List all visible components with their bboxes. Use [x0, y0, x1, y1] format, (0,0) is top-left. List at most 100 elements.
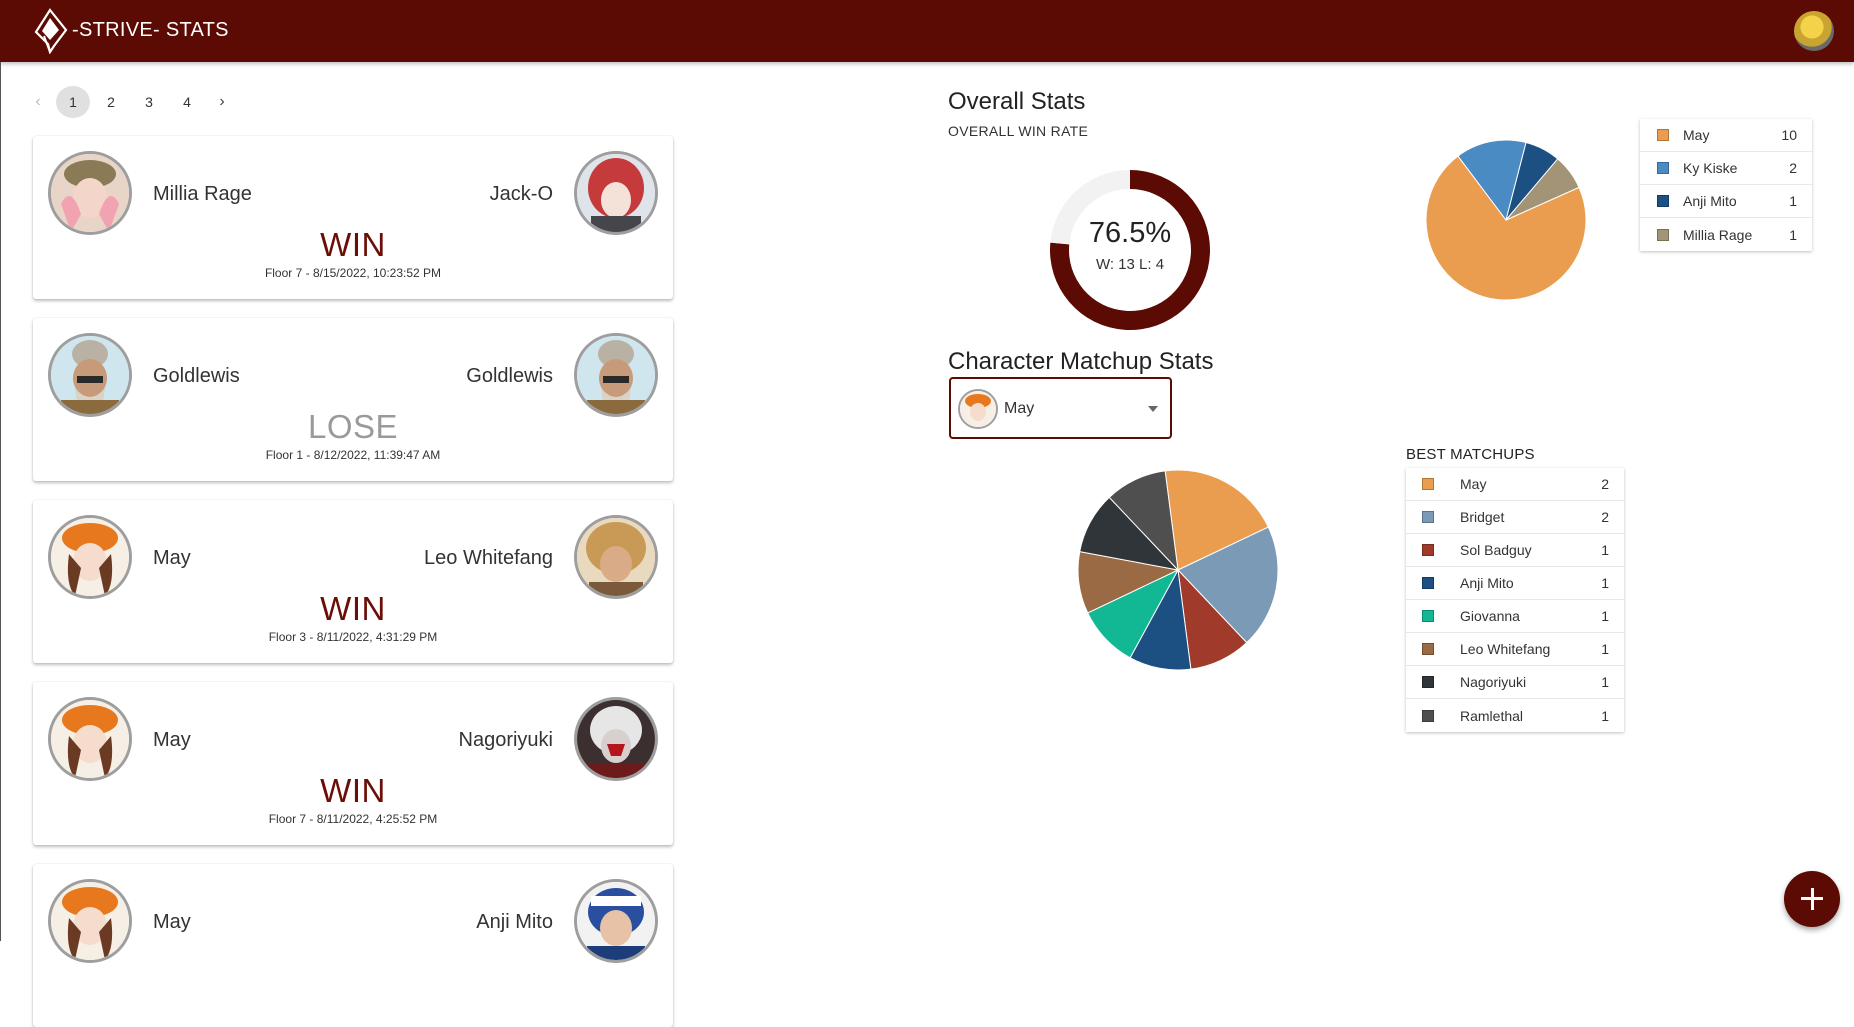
user-avatar-icon[interactable] [1794, 11, 1834, 51]
best-matchups-legend: May 2 Bridget 2 Sol Badguy 1 Anji Mito 1 Giovann… [1406, 468, 1624, 732]
player-avatar-right [574, 333, 658, 417]
player-avatar-left [48, 515, 132, 599]
legend-value: 2 [1601, 476, 1609, 492]
legend-value: 2 [1789, 160, 1797, 176]
chevron-left-icon[interactable]: ‹ [24, 86, 52, 118]
match-card[interactable]: Millia Rage Jack-O WIN Floor 7 - 8/15/20… [33, 136, 673, 299]
legend-label: Anji Mito [1683, 193, 1737, 209]
legend-label: Bridget [1460, 509, 1505, 525]
best-matchups-legend-item[interactable]: Giovanna 1 [1406, 600, 1624, 633]
player-name-right: Anji Mito [476, 911, 553, 933]
plus-icon [1810, 888, 1814, 910]
add-match-button[interactable] [1784, 871, 1840, 927]
strive-logo-icon[interactable] [30, 8, 70, 54]
player-avatar-right [574, 151, 658, 235]
best-matchups-legend-item[interactable]: Nagoriyuki 1 [1406, 666, 1624, 699]
characters-played-legend: May 10 Ky Kiske 2 Anji Mito 1 Millia Rage 1 [1640, 119, 1812, 251]
legend-value: 1 [1601, 641, 1609, 657]
selected-character-avatar [958, 389, 998, 429]
legend-value: 1 [1601, 575, 1609, 591]
legend-swatch [1657, 129, 1669, 141]
legend-swatch [1422, 478, 1434, 490]
legend-value: 1 [1789, 193, 1797, 209]
legend-label: Giovanna [1460, 608, 1520, 624]
app-bar: -STRIVE- STATS [0, 0, 1854, 62]
best-matchups-title: BEST MATCHUPS [1406, 446, 1535, 463]
best-matchups-legend-item[interactable]: Bridget 2 [1406, 501, 1624, 534]
page-button-4[interactable]: 4 [170, 86, 204, 118]
characters-played-legend-item[interactable]: Ky Kiske 2 [1640, 152, 1812, 185]
match-card[interactable]: May Anji Mito [33, 864, 673, 1027]
legend-value: 10 [1781, 127, 1797, 143]
legend-swatch [1422, 610, 1434, 622]
player-avatar-left [48, 879, 132, 963]
characters-played-legend-item[interactable]: May 10 [1640, 119, 1812, 152]
legend-swatch [1422, 676, 1434, 688]
player-avatar-right [574, 515, 658, 599]
legend-label: Anji Mito [1460, 575, 1514, 591]
match-result: LOSE [307, 408, 399, 445]
legend-label: Nagoriyuki [1460, 674, 1527, 690]
best-matchups-legend-item[interactable]: Anji Mito 1 [1406, 567, 1624, 600]
legend-swatch [1422, 511, 1434, 523]
match-result: WIN [320, 226, 386, 263]
player-avatar-right [574, 879, 658, 963]
legend-label: May [1460, 476, 1487, 492]
player-name-left: Goldlewis [153, 365, 240, 387]
legend-swatch [1422, 643, 1434, 655]
legend-value: 1 [1789, 226, 1797, 243]
overall-stats-heading: Overall Stats [948, 88, 1086, 115]
player-name-right: Goldlewis [466, 365, 553, 387]
legend-value: 1 [1601, 542, 1609, 558]
legend-swatch [1422, 709, 1434, 722]
player-avatar-right [574, 697, 658, 781]
legend-label: May [1683, 127, 1710, 143]
app-title[interactable]: -STRIVE- STATS [72, 19, 229, 42]
best-matchups-legend-item[interactable]: Leo Whitefang 1 [1406, 633, 1624, 666]
legend-value: 1 [1601, 674, 1609, 690]
character-select-dropdown[interactable]: May [949, 377, 1172, 439]
player-name-right: Leo Whitefang [424, 547, 553, 569]
legend-swatch [1422, 577, 1434, 589]
player-name-right: Nagoriyuki [458, 729, 553, 751]
player-name-left: May [153, 547, 191, 569]
legend-value: 1 [1601, 707, 1609, 724]
match-card[interactable]: May Leo Whitefang WIN Floor 3 - 8/11/202… [33, 500, 673, 663]
player-avatar-left [48, 333, 132, 417]
left-divider [0, 62, 1, 941]
best-matchups-legend-item[interactable]: Sol Badguy 1 [1406, 534, 1624, 567]
legend-label: Ramlethal [1460, 707, 1524, 724]
matchup-stats-heading: Character Matchup Stats [948, 348, 1214, 375]
best-matchups-legend-item[interactable]: Ramlethal 1 [1406, 699, 1624, 732]
player-avatar-left [48, 697, 132, 781]
characters-played-legend-item[interactable]: Anji Mito 1 [1640, 185, 1812, 218]
match-card[interactable]: May Nagoriyuki WIN Floor 7 - 8/11/2022, … [33, 682, 673, 845]
win-loss-count: W: 13 L: 4 [1095, 256, 1165, 273]
legend-label: Leo Whitefang [1460, 641, 1551, 657]
player-name-right: Jack-O [489, 183, 553, 205]
legend-swatch [1657, 162, 1669, 174]
match-meta: Floor 7 - 8/11/2022, 4:25:52 PM [268, 812, 438, 826]
characters-played-legend-item[interactable]: Millia Rage 1 [1640, 218, 1812, 251]
selected-character-name: May [1004, 400, 1035, 417]
match-meta: Floor 3 - 8/11/2022, 4:31:29 PM [268, 630, 438, 644]
page-button-3[interactable]: 3 [132, 86, 166, 118]
player-avatar-left [48, 151, 132, 235]
match-card[interactable]: Goldlewis Goldlewis LOSE Floor 1 - 8/12/… [33, 318, 673, 481]
best-matchups-legend-item[interactable]: May 2 [1406, 468, 1624, 501]
chevron-right-icon[interactable]: › [208, 86, 236, 118]
legend-value: 2 [1601, 509, 1609, 525]
page-button-1[interactable]: 1 [56, 86, 90, 118]
player-name-left: May [153, 729, 191, 751]
match-meta: Floor 1 - 8/12/2022, 11:39:47 AM [265, 448, 441, 462]
legend-swatch [1657, 228, 1669, 241]
pagination: ‹ 1 2 3 4 › [24, 86, 240, 118]
player-name-left: Millia Rage [153, 183, 252, 205]
characters-played-pie-chart [1425, 139, 1587, 301]
legend-value: 1 [1601, 608, 1609, 624]
page-button-2[interactable]: 2 [94, 86, 128, 118]
match-result: WIN [320, 590, 386, 627]
legend-label: Ky Kiske [1683, 160, 1738, 176]
win-rate-donut-chart [1050, 170, 1210, 330]
caret-down-icon [1148, 406, 1158, 412]
